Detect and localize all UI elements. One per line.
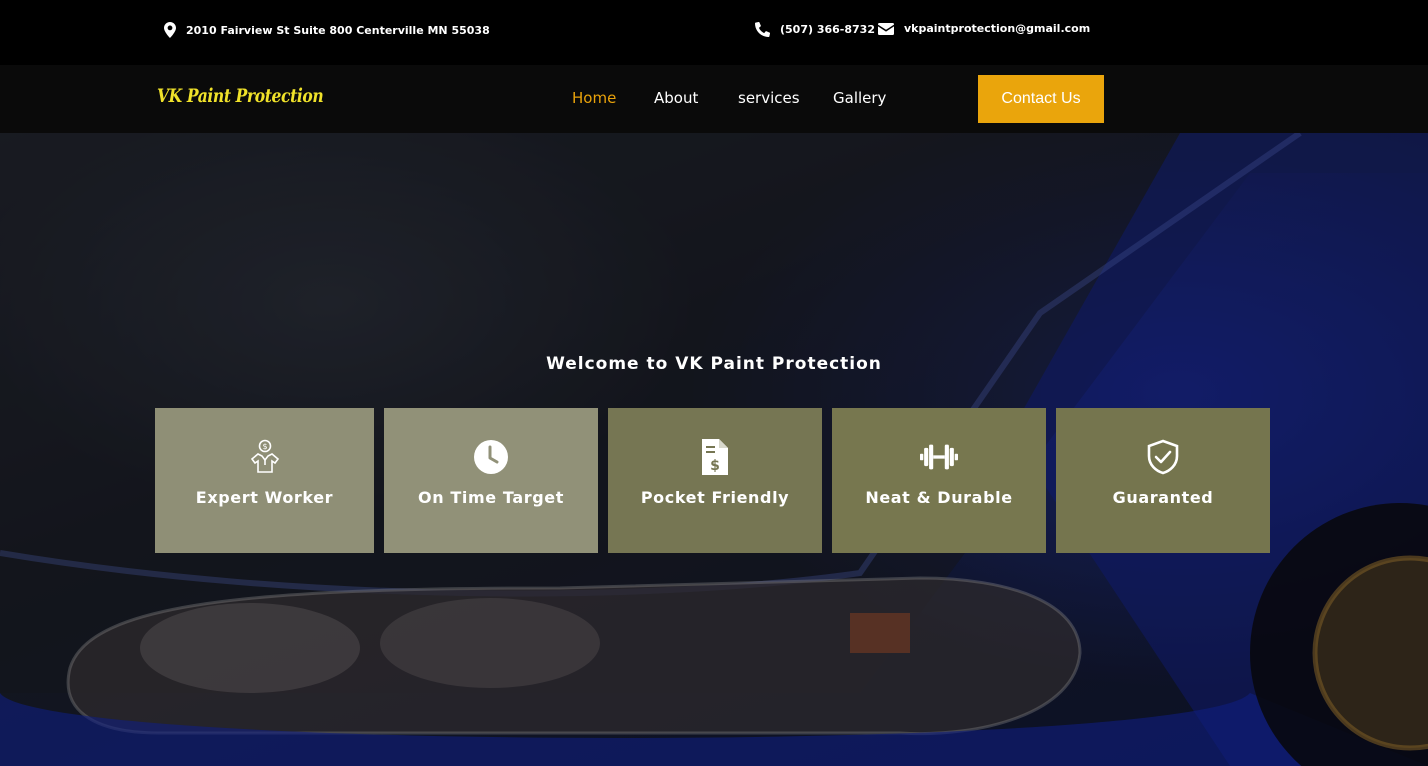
email-text[interactable]: vkpaintprotection@gmail.com bbox=[904, 22, 1090, 35]
feature-guaranted[interactable]: Guaranted bbox=[1056, 408, 1270, 553]
worker-icon: $ bbox=[246, 438, 284, 476]
phone-icon bbox=[755, 22, 770, 37]
address-info: 2010 Fairview St Suite 800 Centerville M… bbox=[164, 22, 490, 38]
svg-text:$: $ bbox=[262, 442, 267, 451]
phone-info[interactable]: (507) 366-8732 bbox=[755, 22, 875, 37]
nav-about[interactable]: About bbox=[654, 89, 698, 107]
site-logo[interactable]: VK Paint Protection bbox=[157, 85, 324, 107]
invoice-icon: $ bbox=[696, 438, 734, 476]
shield-check-icon bbox=[1144, 438, 1182, 476]
feature-on-time-target[interactable]: On Time Target bbox=[384, 408, 598, 553]
dumbbell-icon bbox=[920, 438, 958, 476]
main-navbar: VK Paint Protection Home About services … bbox=[0, 65, 1428, 133]
email-info[interactable]: vkpaintprotection@gmail.com bbox=[878, 22, 1090, 35]
contact-us-button[interactable]: Contact Us bbox=[978, 75, 1104, 123]
feature-label: Pocket Friendly bbox=[640, 488, 790, 507]
top-info-bar: 2010 Fairview St Suite 800 Centerville M… bbox=[0, 0, 1428, 65]
feature-label: Guaranted bbox=[1112, 488, 1214, 507]
feature-label: On Time Target bbox=[418, 488, 564, 507]
envelope-icon bbox=[878, 22, 894, 35]
feature-label: Expert Worker bbox=[195, 488, 334, 507]
clock-icon bbox=[472, 438, 510, 476]
feature-expert-worker[interactable]: $ Expert Worker bbox=[155, 408, 374, 553]
nav-home[interactable]: Home bbox=[572, 89, 616, 107]
svg-text:$: $ bbox=[710, 458, 720, 474]
feature-neat-durable[interactable]: Neat & Durable bbox=[832, 408, 1046, 553]
address-text: 2010 Fairview St Suite 800 Centerville M… bbox=[186, 23, 490, 37]
phone-text[interactable]: (507) 366-8732 bbox=[780, 23, 875, 36]
map-pin-icon bbox=[164, 22, 176, 38]
feature-pocket-friendly[interactable]: $ Pocket Friendly bbox=[608, 408, 822, 553]
hero-title: Welcome to VK Paint Protection bbox=[546, 354, 882, 374]
nav-gallery[interactable]: Gallery bbox=[833, 89, 886, 107]
nav-services[interactable]: services bbox=[738, 89, 800, 107]
feature-label: Neat & Durable bbox=[865, 488, 1013, 507]
hero-section: Welcome to VK Paint Protection $ Expert … bbox=[0, 133, 1428, 766]
